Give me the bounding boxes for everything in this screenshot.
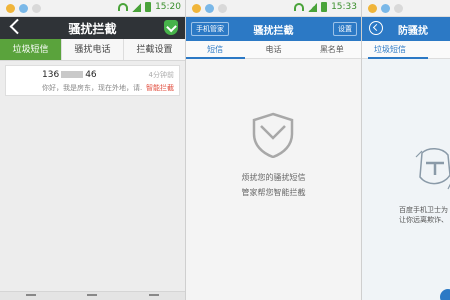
title-bar: 骚扰拦截 (0, 17, 185, 39)
notification-icons (192, 4, 227, 13)
toolbar-icon[interactable] (87, 294, 98, 298)
notification-icons (6, 4, 41, 13)
battery-icon (321, 2, 328, 12)
tab-harassing-calls[interactable]: 骚扰电话 (62, 39, 124, 60)
notification-icons (368, 4, 403, 13)
toolbar-icon[interactable] (25, 294, 36, 298)
message-preview: 你好，我是房东，现在外地，请... (42, 84, 142, 92)
back-circle-icon[interactable] (369, 21, 383, 35)
tab-bar: 垃圾短信 骚扰电话 拦截设置 (0, 39, 185, 61)
status-icons: 15:33 (294, 2, 357, 12)
screen-3: 防骚扰 垃圾短信 百度手机卫士为 让你远离欺诈、 (362, 0, 450, 300)
notification-icon (32, 4, 41, 13)
notification-icon (19, 4, 28, 13)
sender-number: 136 46 (42, 70, 97, 80)
notification-icon (381, 4, 390, 13)
empty-state-line-1: 烦扰您的骚扰短信 (241, 173, 306, 182)
tab-calls[interactable]: 电话 (244, 41, 302, 58)
notification-icon (368, 4, 377, 13)
status-time: 15:33 (331, 2, 357, 12)
screen-1: 15:20 骚扰拦截 垃圾短信 骚扰电话 拦截设置 136 46 4分钟前 你好，… (0, 0, 186, 300)
empty-state-line-2: 管家帮您智能拦截 (241, 188, 306, 197)
status-bar: 15:33 (186, 0, 361, 17)
redacted-digits (61, 71, 84, 78)
shield-icon (252, 112, 294, 158)
status-icons: 15:20 (118, 2, 181, 12)
signal-icon (132, 2, 142, 12)
promo-line-2: 让你远离欺诈、 (399, 216, 448, 224)
title-bar: 防骚扰 (362, 17, 450, 41)
signal-icon (308, 2, 318, 12)
block-reason-tag: 智能拦截 (146, 84, 174, 92)
promo-line-1: 百度手机卫士为 (399, 206, 448, 214)
active-tab-indicator (186, 57, 245, 59)
shield-check-icon[interactable] (164, 20, 178, 35)
active-tab-indicator (368, 57, 428, 59)
tab-blacklist[interactable]: 黑名单 (303, 41, 361, 58)
message-time: 4分钟前 (148, 71, 174, 79)
tab-sms[interactable]: 短信 (186, 41, 244, 58)
list-item[interactable]: 136 46 4分钟前 你好，我是房东，现在外地，请... 智能拦截 (5, 65, 180, 96)
status-time: 15:20 (155, 2, 181, 12)
status-bar (362, 0, 450, 17)
notification-icon (218, 4, 227, 13)
wifi-icon (118, 3, 129, 11)
tab-bar: 短信 电话 黑名单 (186, 41, 361, 59)
number-prefix: 136 (42, 70, 60, 80)
wifi-icon (294, 3, 305, 11)
floating-action-button[interactable] (440, 289, 450, 300)
page-title: 骚扰拦截 (68, 22, 117, 36)
tab-spam-sms[interactable]: 垃圾短信 (0, 39, 62, 60)
bottom-toolbar (0, 291, 185, 300)
guard-mascot-icon (415, 148, 450, 190)
number-suffix: 46 (85, 70, 97, 80)
notification-icon (205, 4, 214, 13)
notification-icon (394, 4, 403, 13)
tab-block-settings[interactable]: 拦截设置 (124, 39, 185, 60)
notification-icon (6, 4, 15, 13)
notification-icon (192, 4, 201, 13)
status-bar: 15:20 (0, 0, 185, 17)
page-title: 防骚扰 (398, 26, 428, 37)
settings-button[interactable]: 设置 (333, 22, 357, 36)
battery-icon (145, 2, 152, 12)
title-bar: 手机管家 骚扰拦截 设置 (186, 17, 361, 41)
tab-bar: 垃圾短信 (362, 41, 450, 59)
screen-2: 15:33 手机管家 骚扰拦截 设置 短信 电话 黑名单 烦扰您的骚扰短信 管家… (186, 0, 362, 300)
toolbar-icon[interactable] (149, 294, 160, 298)
